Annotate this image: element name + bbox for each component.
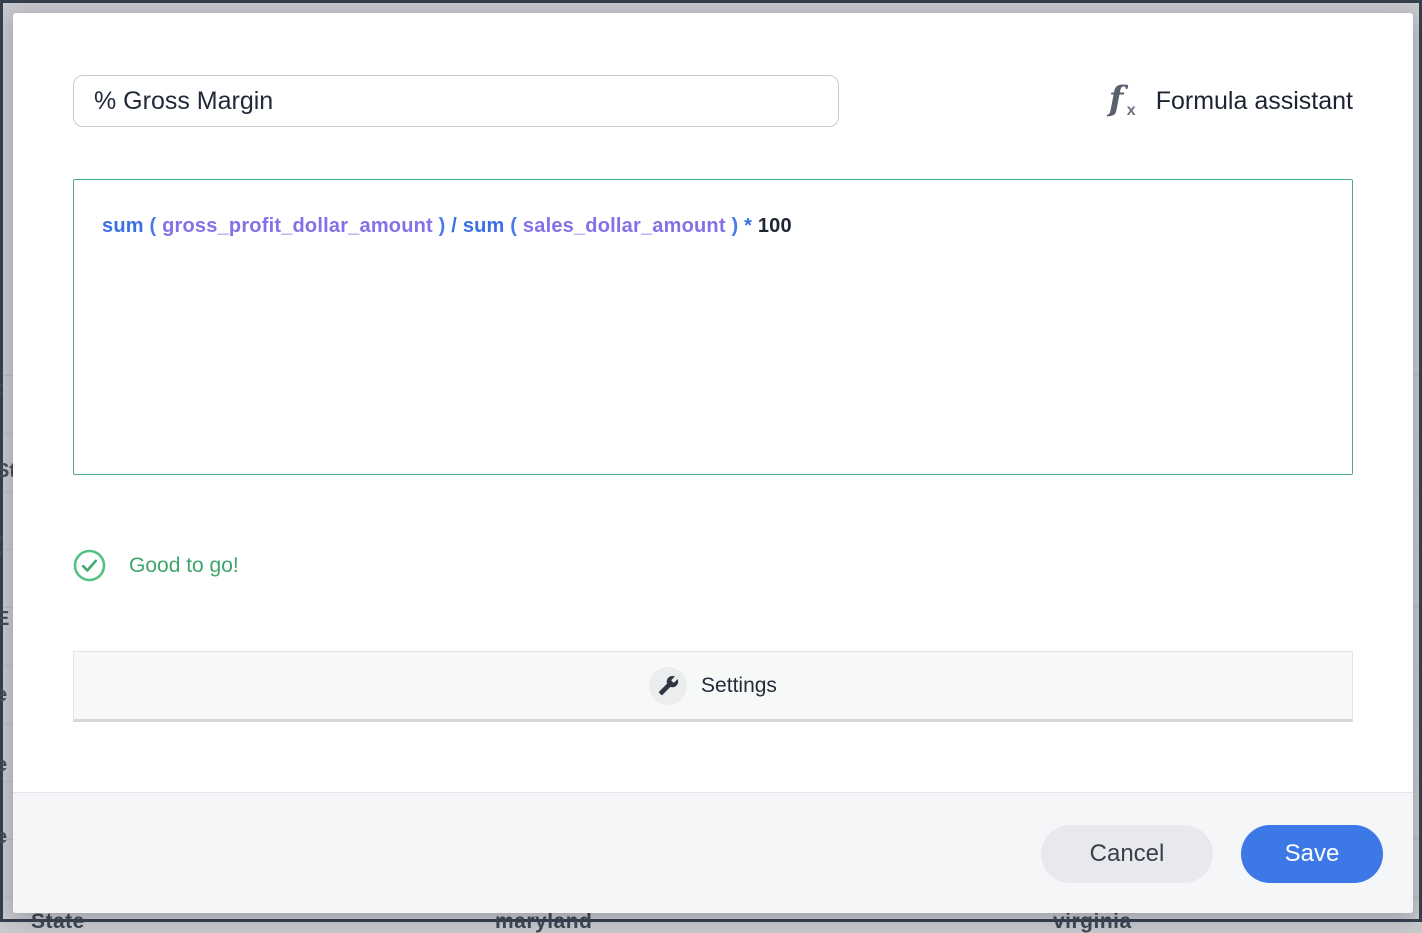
status-message: Good to go! xyxy=(129,554,239,578)
formula-assistant-button[interactable]: f x Formula assistant xyxy=(1107,77,1353,125)
validation-status: Good to go! xyxy=(73,549,239,582)
formula-token-paren: ( xyxy=(144,215,157,237)
formula-token-paren: ( xyxy=(505,215,518,237)
formula-assistant-label: Formula assistant xyxy=(1156,87,1353,116)
formula-token-number: 100 xyxy=(752,215,792,237)
formula-token-field: sales_dollar_amount xyxy=(517,215,726,237)
settings-label: Settings xyxy=(701,674,777,698)
save-button[interactable]: Save xyxy=(1241,825,1383,883)
formula-token-operator: * xyxy=(738,215,752,237)
formula-token-paren: ) xyxy=(726,215,739,237)
formula-token-function: sum xyxy=(102,215,144,237)
wrench-icon xyxy=(649,667,687,705)
formula-token-operator: / xyxy=(446,215,458,237)
settings-toggle[interactable]: Settings xyxy=(73,651,1353,722)
dialog-footer: Cancel Save xyxy=(13,792,1413,913)
formula-fx-icon: f x xyxy=(1107,81,1143,121)
fx-icon-x: x xyxy=(1127,102,1136,120)
formula-editor-area[interactable]: sum ( gross_profit_dollar_amount ) / sum… xyxy=(73,179,1353,475)
formula-editor-dialog: f x Formula assistant sum ( gross_profit… xyxy=(13,13,1413,913)
formula-token-paren: ) xyxy=(433,215,446,237)
formula-name-input[interactable] xyxy=(73,75,839,127)
formula-expression: sum ( gross_profit_dollar_amount ) / sum… xyxy=(102,212,1324,240)
cancel-button[interactable]: Cancel xyxy=(1041,825,1213,883)
fx-icon-f: f xyxy=(1109,79,1124,119)
formula-token-function: sum xyxy=(457,215,504,237)
formula-token-field: gross_profit_dollar_amount xyxy=(156,215,433,237)
success-check-icon xyxy=(73,549,106,582)
